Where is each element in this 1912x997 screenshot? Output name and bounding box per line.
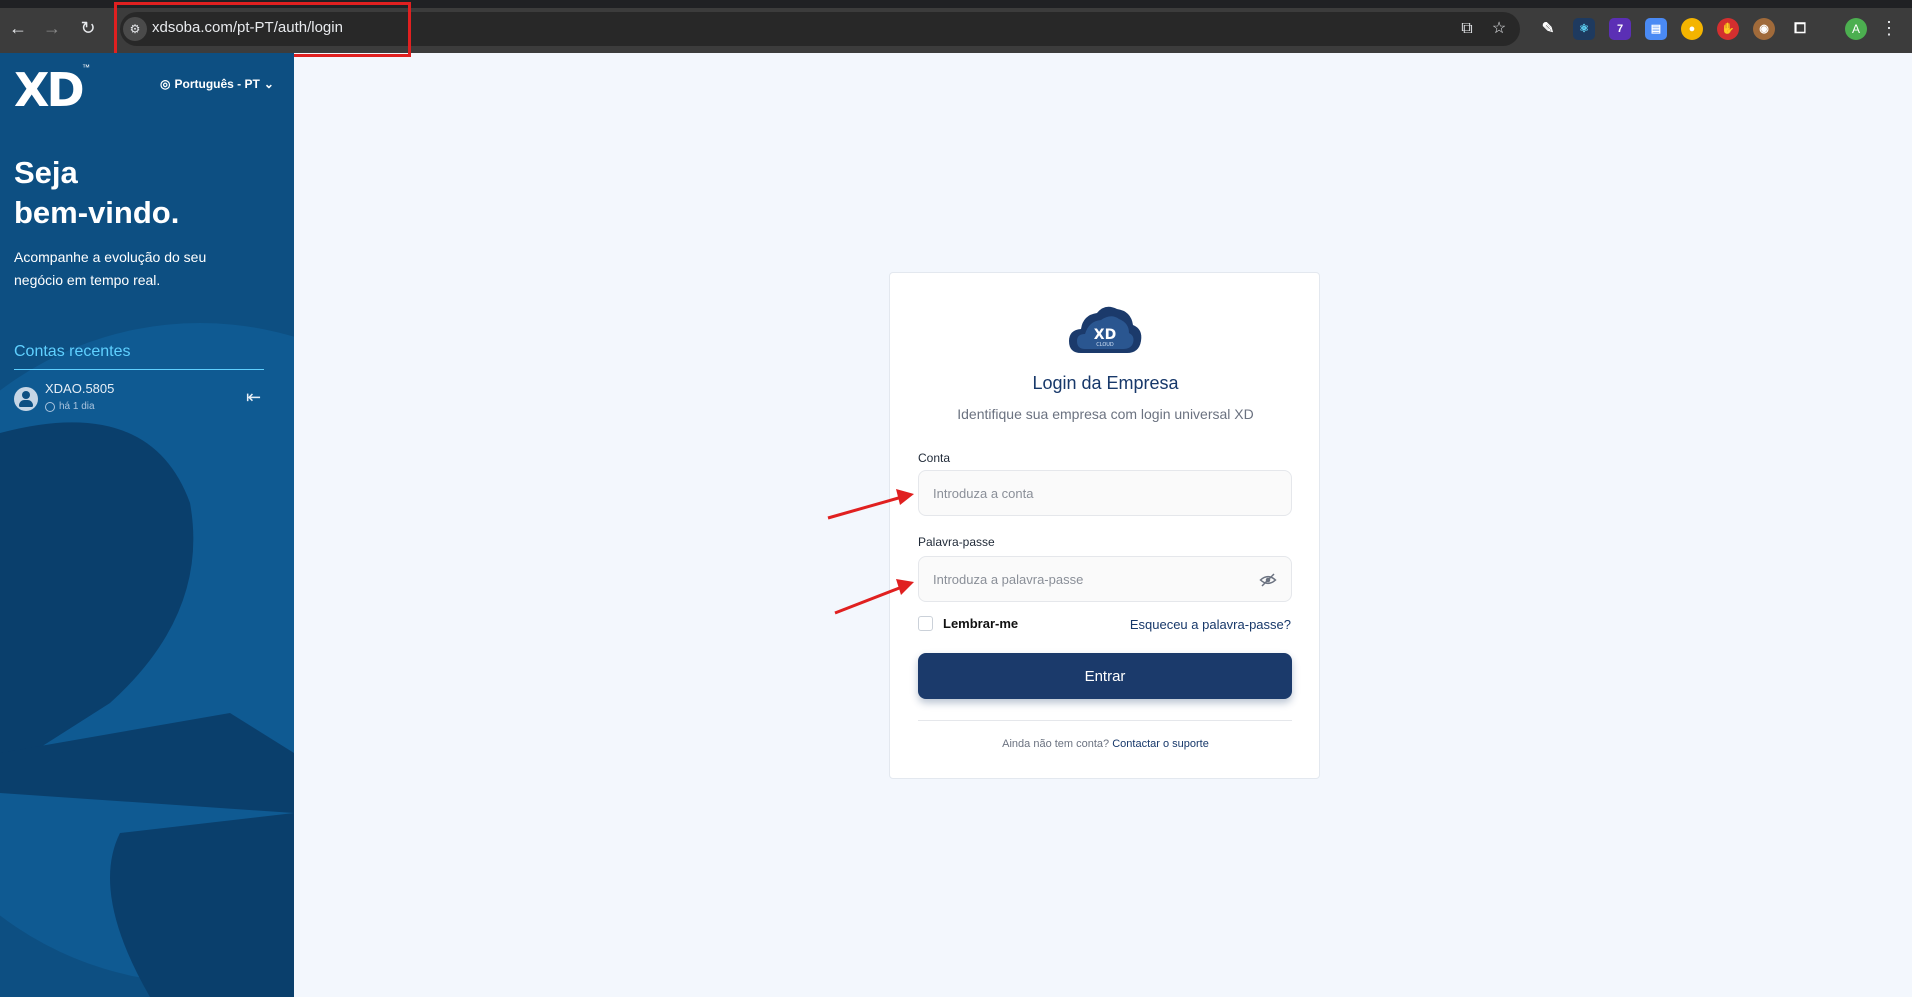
back-icon[interactable]: ← [6,16,30,40]
account-field[interactable] [918,470,1292,516]
trademark-symbol: ™ [82,63,90,72]
signup-footer: Ainda não tem conta? Contactar o suporte [890,738,1321,750]
login-button[interactable]: Entrar [918,653,1292,699]
recent-account-time-label: há 1 dia [59,401,95,412]
tagline: Acompanhe a evolução do seu negócio em t… [14,249,207,288]
login-card: XD CLOUD Login da Empresa Identifique su… [889,272,1320,779]
card-subtitle: Identifique sua empresa com login univer… [957,406,1254,422]
account-avatar-icon[interactable] [14,387,38,411]
url-annotation-box [114,2,411,57]
extension-badge-count: 7 [1616,23,1624,35]
account-input[interactable] [919,471,1239,515]
eyedropper-extension-icon[interactable]: ✎ [1537,18,1559,40]
extension-badge-icon[interactable]: 7 [1609,18,1631,40]
extensions-puzzle-icon[interactable]: ⧠ [1789,18,1811,40]
card-title: Login da Empresa [1032,373,1179,393]
recent-accounts-title: Contas recentes [14,343,131,360]
eye-slash-icon[interactable] [1259,571,1277,589]
xd-cloud-logo: XD CLOUD [1069,306,1142,353]
react-devtools-extension-icon[interactable]: ⚛ [1573,18,1595,40]
install-app-icon[interactable]: ⧉ [1455,17,1479,41]
bookmark-star-icon[interactable]: ☆ [1487,17,1511,41]
no-account-text: Ainda não tem conta? [1002,738,1110,750]
welcome-line-1: Seja [14,155,78,190]
forgot-password-link[interactable]: Esqueceu a palavra-passe? [1130,617,1291,632]
chevron-down-icon: ⌄ [263,77,274,91]
globe-icon: ◎ [160,77,171,91]
welcome-heading: Seja bem-vindo. [14,153,179,233]
account-label: Conta [918,451,951,465]
remember-me-label[interactable]: Lembrar-me [943,616,1018,631]
card-divider [918,720,1292,721]
profile-avatar[interactable]: A [1845,18,1867,40]
welcome-sidebar: XD ™ ◎ Português - PT ⌄ Seja bem-vindo. … [0,53,294,997]
color-extension-icon[interactable]: ● [1681,18,1703,40]
language-label: Português - PT [174,77,260,91]
stop-extension-icon[interactable]: ✋ [1717,18,1739,40]
login-account-icon[interactable]: ⇤ [246,387,261,408]
cloud-logo-text: XD [1094,327,1116,343]
xd-logo: XD [14,63,85,117]
password-label: Palavra-passe [918,535,995,549]
cloud-logo-subtext: CLOUD [1096,342,1114,348]
recent-account-name[interactable]: XDAO.5805 [45,381,114,396]
browser-menu-icon[interactable]: ⋮ [1880,16,1898,40]
recent-account-time: há 1 dia [45,401,95,412]
remember-me-checkbox[interactable] [918,616,933,631]
clock-icon [45,401,55,412]
recent-accounts-divider [14,369,264,370]
reload-icon[interactable]: ↻ [76,16,100,40]
docs-extension-icon[interactable]: ▤ [1645,18,1667,40]
contact-support-link[interactable]: Contactar o suporte [1112,738,1209,750]
language-selector[interactable]: ◎ Português - PT ⌄ [160,77,274,91]
remember-me[interactable]: Lembrar-me [918,616,1018,631]
welcome-line-2: bem-vindo. [14,195,180,230]
forward-icon[interactable]: → [40,16,64,40]
password-input[interactable] [919,557,1239,601]
password-field[interactable] [918,556,1292,602]
owl-extension-icon[interactable]: ◉ [1753,18,1775,40]
